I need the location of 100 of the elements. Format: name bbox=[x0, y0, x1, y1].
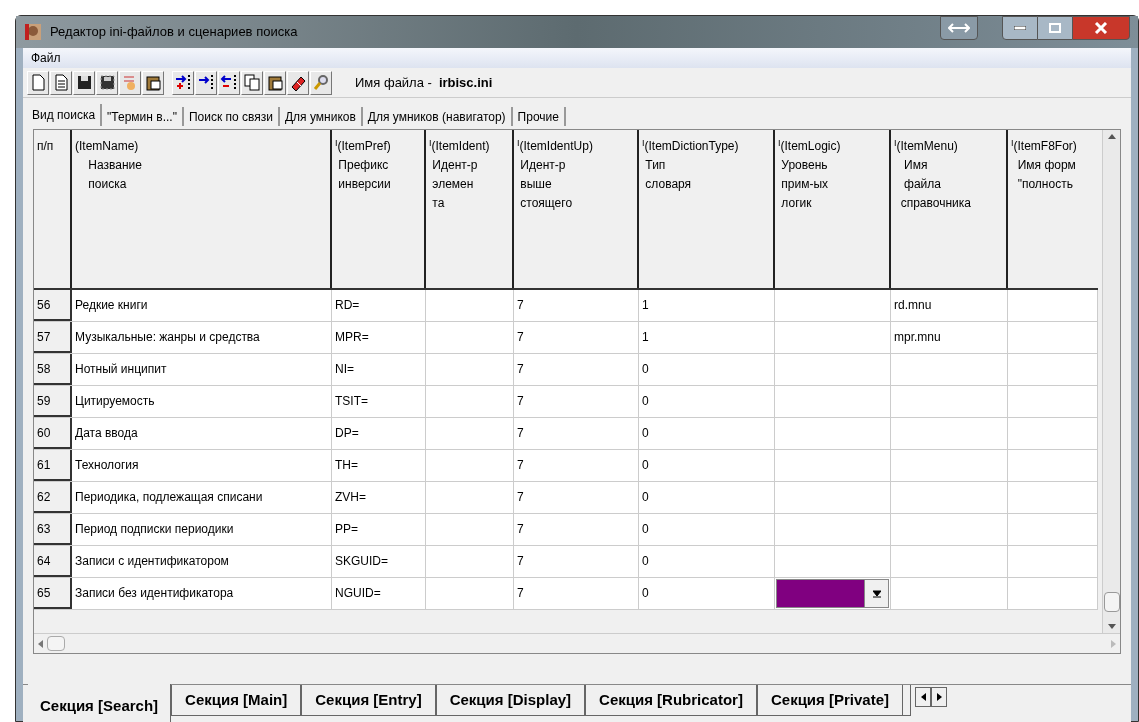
new-document-icon bbox=[29, 73, 47, 92]
table-cell: 0 bbox=[639, 450, 775, 481]
table-cell: Музыкальные: жанры и средства bbox=[72, 322, 332, 353]
table-cell: RD= bbox=[332, 290, 426, 321]
column-header: п/п bbox=[34, 130, 72, 288]
close-button[interactable] bbox=[1072, 16, 1130, 40]
horizontal-scrollbar[interactable] bbox=[34, 633, 1120, 653]
row-number: 65 bbox=[34, 578, 72, 609]
minimize-button[interactable] bbox=[1002, 16, 1038, 40]
toolbar-button[interactable] bbox=[96, 70, 118, 95]
table-cell: PP= bbox=[332, 514, 426, 545]
double-arrow-icon bbox=[948, 23, 970, 33]
window-title: Редактор ini-файлов и сценариев поиска bbox=[50, 23, 298, 42]
menu-item[interactable]: Файл bbox=[27, 49, 65, 67]
row-number: 58 bbox=[34, 354, 72, 385]
table-cell: Периодика, подлежащая списани bbox=[72, 482, 332, 513]
tab-scroll-left-button[interactable] bbox=[915, 687, 932, 707]
table-cell: Период подписки периодики bbox=[72, 514, 332, 545]
table-cell: 7 bbox=[514, 290, 639, 321]
scroll-thumb[interactable] bbox=[1103, 592, 1120, 612]
clipboard-icon bbox=[144, 73, 162, 92]
row-number: 63 bbox=[34, 514, 72, 545]
scroll-right-arrow-icon bbox=[1111, 639, 1116, 648]
toolbar-button[interactable] bbox=[142, 70, 164, 95]
arrow-right-icon bbox=[197, 73, 215, 92]
row-number: 60 bbox=[34, 418, 72, 449]
table-cell: 7 bbox=[514, 514, 639, 545]
vertical-scrollbar[interactable] bbox=[1102, 130, 1120, 633]
search-icon bbox=[312, 73, 330, 92]
table-cell: 7 bbox=[514, 386, 639, 417]
table-cell: 1 bbox=[639, 322, 775, 353]
scroll-up-arrow-icon bbox=[1107, 134, 1116, 139]
toolbar-button[interactable] bbox=[172, 70, 194, 95]
right-arrow-icon bbox=[936, 693, 942, 701]
table-cell: 7 bbox=[514, 482, 639, 513]
table-cell: Записи с идентификатором bbox=[72, 546, 332, 577]
table-cell: Редкие книги bbox=[72, 290, 332, 321]
table-cell: 7 bbox=[514, 546, 639, 577]
column-header: (ItemName) Название поиска bbox=[72, 130, 332, 288]
toolbar-button[interactable] bbox=[287, 70, 309, 95]
column-header: $^{I}$(ItemIdentUp) Идент-р выше стоящего bbox=[514, 130, 639, 288]
row-number: 64 bbox=[34, 546, 72, 577]
toolbar-button[interactable] bbox=[73, 70, 95, 95]
minimize-icon bbox=[1014, 26, 1026, 30]
section-tab[interactable]: Секция [Entry] bbox=[301, 685, 436, 716]
file-name: irbisc.ini bbox=[438, 73, 493, 92]
left-arrow-icon bbox=[920, 693, 926, 701]
table-cell: 7 bbox=[514, 578, 639, 609]
table-cell: 0 bbox=[639, 482, 775, 513]
row-number: 56 bbox=[34, 290, 72, 321]
table-cell: 0 bbox=[639, 354, 775, 385]
section-tab[interactable]: Секция [Main] bbox=[171, 685, 302, 716]
table-cell: rd.mnu bbox=[891, 290, 1008, 321]
table-cell: 0 bbox=[639, 514, 775, 545]
color-dropdown[interactable] bbox=[776, 579, 889, 608]
section-tab[interactable]: Секция [Private] bbox=[756, 685, 904, 716]
table-cell: SKGUID= bbox=[332, 546, 426, 577]
table-cell: 7 bbox=[514, 322, 639, 353]
table-cell: TSIT= bbox=[332, 386, 426, 417]
table-cell: 0 bbox=[639, 386, 775, 417]
row-number: 57 bbox=[34, 322, 72, 353]
table-cell: 7 bbox=[514, 450, 639, 481]
section-tab[interactable]: Секция [Search] bbox=[28, 684, 172, 722]
table-cell: 7 bbox=[514, 418, 639, 449]
partial-tab[interactable] bbox=[903, 685, 912, 716]
maximize-icon bbox=[1049, 23, 1061, 33]
maximize-button[interactable] bbox=[1038, 16, 1072, 40]
close-icon bbox=[1094, 22, 1108, 34]
scroll-down-arrow-icon bbox=[1107, 624, 1116, 629]
resize-button[interactable] bbox=[940, 16, 978, 40]
copy-icon bbox=[243, 73, 261, 92]
table-cell: TH= bbox=[332, 450, 426, 481]
table-cell: 7 bbox=[514, 354, 639, 385]
table-cell: NGUID= bbox=[332, 578, 426, 609]
table-cell: Цитируемость bbox=[72, 386, 332, 417]
section-tab[interactable]: Секция [Rubricator] bbox=[585, 685, 757, 716]
table-cell: Дата ввода bbox=[72, 418, 332, 449]
delete-row-icon bbox=[220, 73, 238, 92]
column-header: $^{I}$(ItemDictionType) Тип словаря bbox=[639, 130, 775, 288]
column-header: $^{I}$(ItemLogic) Уровень прим-ых логик bbox=[775, 130, 891, 288]
row-number: 62 bbox=[34, 482, 72, 513]
table-cell: 0 bbox=[639, 546, 775, 577]
scroll-left-arrow-icon bbox=[38, 639, 43, 648]
row-number: 61 bbox=[34, 450, 72, 481]
table-cell: DP= bbox=[332, 418, 426, 449]
column-header: $^{I}$(ItemIdent) Идент-р элемен та bbox=[426, 130, 514, 288]
table-cell: 0 bbox=[639, 578, 775, 609]
column-header: $^{I}$(ItemPref) Префикс инверсии bbox=[332, 130, 426, 288]
table-cell: Нотный инципит bbox=[72, 354, 332, 385]
section-tab[interactable]: Секция [Display] bbox=[435, 685, 586, 716]
app-icon bbox=[24, 23, 42, 41]
insert-row-icon bbox=[174, 73, 192, 92]
table-cell: ZVH= bbox=[332, 482, 426, 513]
file-name-label: Имя файла - bbox=[355, 73, 432, 92]
toolbar-button[interactable] bbox=[195, 70, 217, 95]
toolbar-button[interactable] bbox=[264, 70, 286, 95]
scroll-thumb[interactable] bbox=[47, 636, 65, 651]
toolbar-button[interactable] bbox=[218, 70, 240, 95]
table-cell: mpr.mnu bbox=[891, 322, 1008, 353]
tab-scroll-right-button[interactable] bbox=[931, 687, 948, 707]
